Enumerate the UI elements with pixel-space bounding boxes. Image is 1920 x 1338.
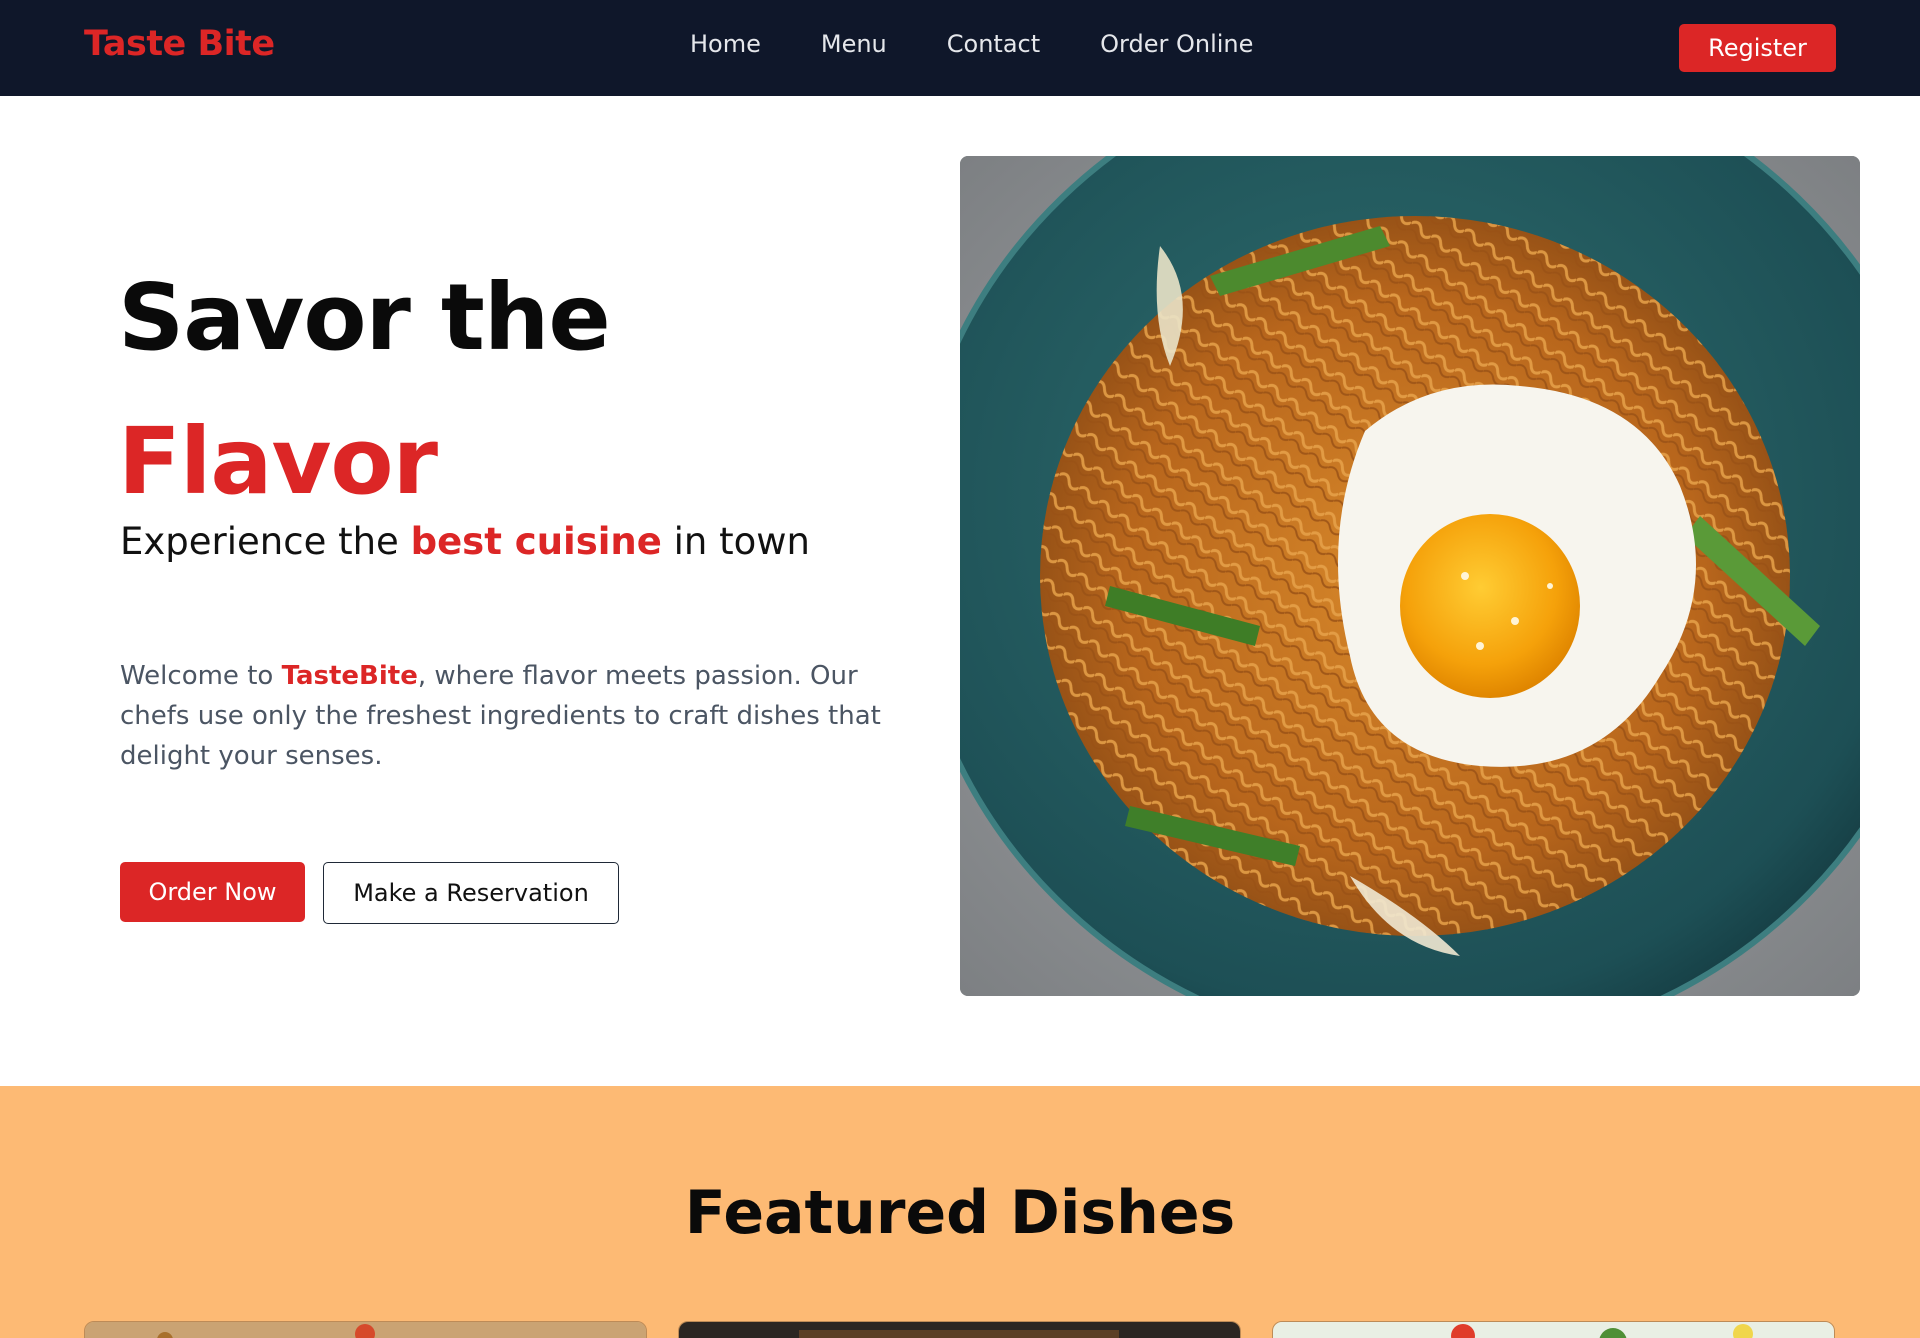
featured-dishes-section: Featured Dishes [0, 1086, 1920, 1338]
hero-desc-pre: Welcome to [120, 661, 282, 691]
hero-description: Welcome to TasteBite, where flavor meets… [120, 656, 900, 776]
featured-dish-card-3[interactable] [1272, 1321, 1835, 1338]
nav-link-contact[interactable]: Contact [947, 30, 1040, 58]
brand-logo[interactable]: Taste Bite [84, 24, 275, 64]
nav-link-order-online[interactable]: Order Online [1100, 30, 1253, 58]
hero-section: Savor the Flavor Experience the best cui… [0, 96, 1920, 1086]
featured-dish-image-3 [1273, 1322, 1834, 1338]
top-navbar: Taste Bite Home Menu Contact Order Onlin… [0, 0, 1920, 96]
hero-noodle-dish-image [960, 156, 1860, 996]
hero-subtitle-post: in town [661, 520, 810, 563]
featured-dish-image-2 [679, 1322, 1240, 1338]
hero-subtitle-pre: Experience the [120, 520, 411, 563]
hero-title: Savor the Flavor [118, 246, 611, 534]
featured-dishes-title: Featured Dishes [684, 1178, 1236, 1248]
register-button[interactable]: Register [1679, 24, 1836, 72]
order-now-button[interactable]: Order Now [120, 862, 305, 922]
nav-link-home[interactable]: Home [690, 30, 761, 58]
featured-dish-image-1 [85, 1322, 646, 1338]
hero-title-line1: Savor the [118, 264, 611, 371]
hero-subtitle-accent: best cuisine [410, 520, 662, 563]
featured-dish-card-2[interactable] [678, 1321, 1241, 1338]
main-nav: Home Menu Contact Order Online [690, 30, 1253, 58]
hero-actions: Order Now Make a Reservation [120, 862, 619, 924]
hero-title-line2: Flavor [118, 408, 438, 515]
featured-dish-card-1[interactable] [84, 1321, 647, 1338]
hero-desc-brand: TasteBite [281, 661, 418, 691]
nav-link-menu[interactable]: Menu [821, 30, 887, 58]
make-reservation-button[interactable]: Make a Reservation [323, 862, 619, 924]
hero-subtitle: Experience the best cuisine in town [120, 520, 810, 563]
